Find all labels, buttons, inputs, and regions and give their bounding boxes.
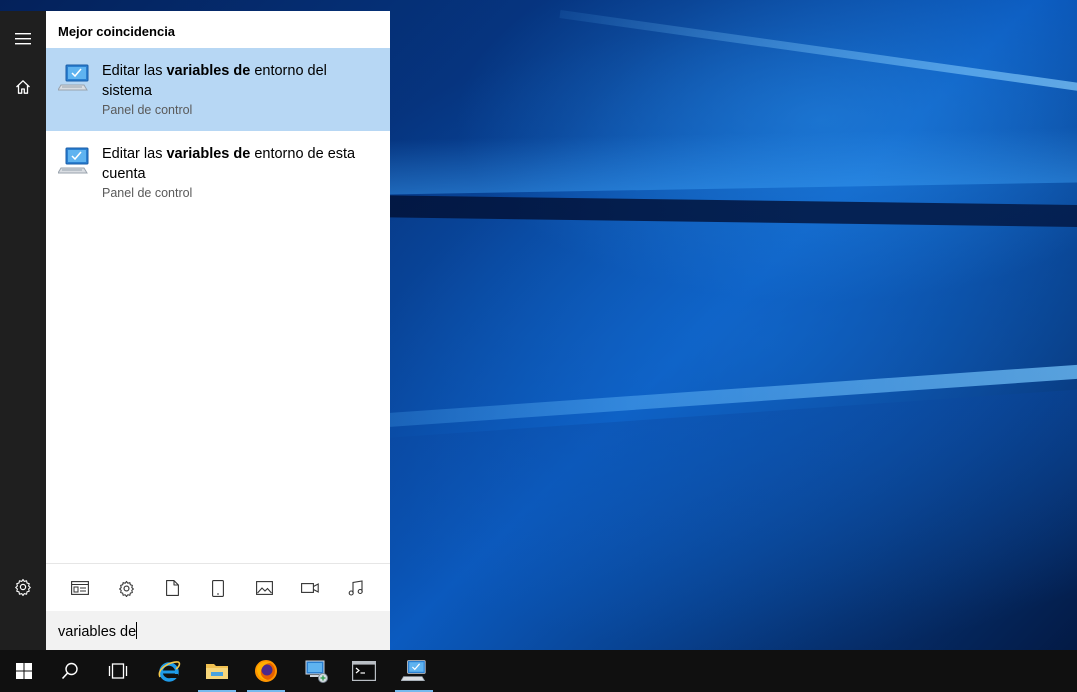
home-icon[interactable] bbox=[0, 63, 46, 111]
file-explorer-icon[interactable] bbox=[193, 650, 241, 692]
search-icon[interactable] bbox=[46, 650, 94, 692]
photos-filter-icon[interactable] bbox=[252, 576, 276, 600]
network-computer-icon[interactable] bbox=[292, 650, 340, 692]
result-subtitle: Panel de control bbox=[102, 103, 193, 117]
result-item-account-env-vars[interactable]: Editar las variables de entorno de esta … bbox=[46, 131, 390, 214]
search-input[interactable]: variables de bbox=[46, 611, 390, 650]
windows-start-icon[interactable] bbox=[0, 650, 48, 692]
search-results-panel: Mejor coincidencia Editar las variables … bbox=[46, 11, 390, 650]
videos-filter-icon[interactable] bbox=[298, 576, 322, 600]
control-panel-icon[interactable] bbox=[390, 650, 438, 692]
gear-icon[interactable] bbox=[0, 563, 46, 611]
hamburger-menu-icon[interactable] bbox=[0, 15, 46, 63]
control-panel-icon bbox=[58, 146, 90, 176]
start-menu-rail bbox=[0, 11, 46, 650]
apps-filter-icon[interactable] bbox=[68, 576, 92, 600]
firefox-icon[interactable] bbox=[242, 650, 290, 692]
control-panel-icon bbox=[58, 63, 90, 93]
command-prompt-icon[interactable] bbox=[340, 650, 388, 692]
documents-filter-icon[interactable] bbox=[160, 576, 184, 600]
task-view-icon[interactable] bbox=[94, 650, 142, 692]
result-title: Editar las variables de entorno del sist… bbox=[102, 63, 327, 99]
text-caret bbox=[136, 622, 138, 639]
internet-explorer-icon[interactable] bbox=[145, 650, 193, 692]
music-filter-icon[interactable] bbox=[344, 576, 368, 600]
result-title: Editar las variables de entorno de esta … bbox=[102, 146, 356, 182]
section-title: Mejor coincidencia bbox=[58, 24, 176, 39]
taskbar bbox=[0, 650, 1077, 692]
tablet-filter-icon[interactable] bbox=[206, 576, 230, 600]
result-item-system-env-vars[interactable]: Editar las variables de entorno del sist… bbox=[46, 48, 390, 131]
search-filter-bar bbox=[46, 563, 390, 611]
result-subtitle: Panel de control bbox=[102, 186, 193, 200]
search-input-value[interactable]: variables de bbox=[58, 622, 138, 640]
settings-filter-icon[interactable] bbox=[114, 576, 138, 600]
